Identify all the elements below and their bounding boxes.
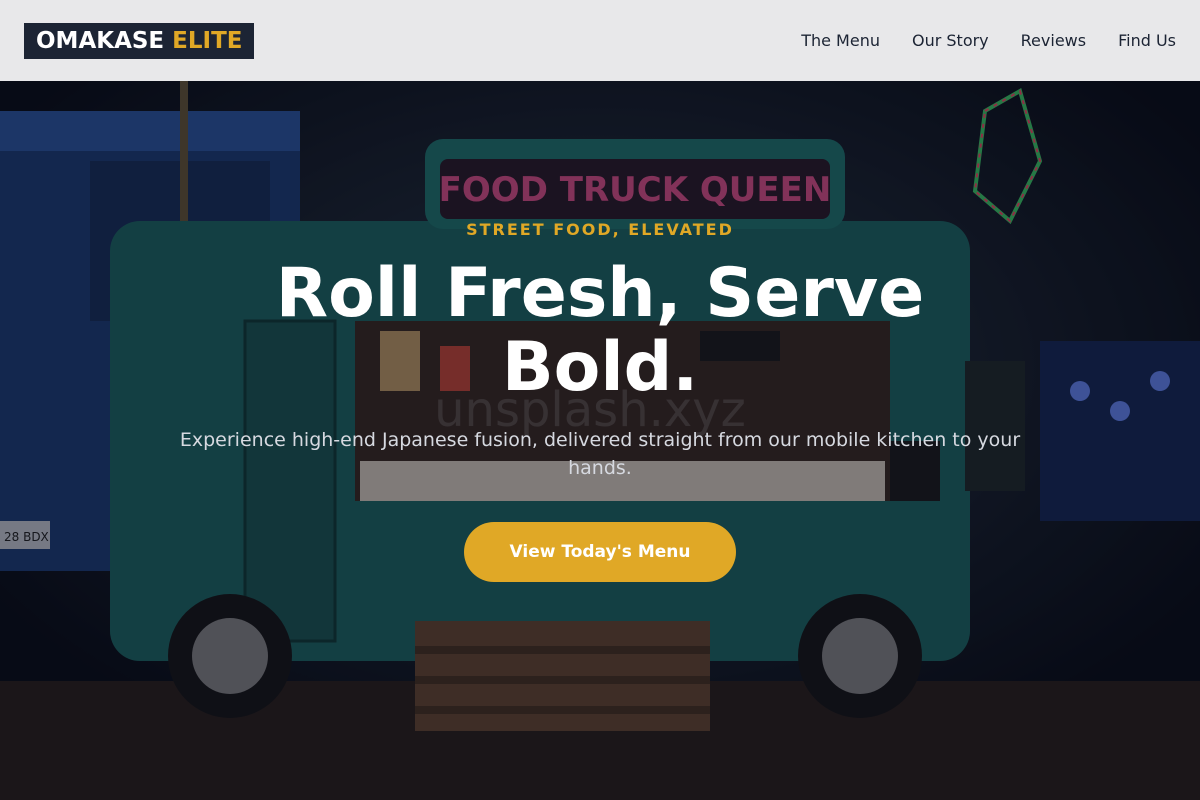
hero-subtext: Experience high-end Japanese fusion, del… — [179, 429, 1021, 479]
hero-content: STREET FOOD, ELEVATED Roll Fresh, Serve … — [0, 81, 1200, 800]
site-header: OMAKASE ELITE The Menu Our Story Reviews… — [0, 0, 1200, 81]
nav-link-reviews[interactable]: Reviews — [1021, 31, 1086, 50]
brand-name-primary: OMAKASE — [36, 27, 165, 54]
hero-eyebrow: STREET FOOD, ELEVATED — [466, 220, 734, 239]
nav-link-menu[interactable]: The Menu — [801, 31, 880, 50]
nav-link-our-story[interactable]: Our Story — [912, 31, 989, 50]
view-menu-button[interactable]: View Today's Menu — [464, 522, 736, 582]
hero-section: 28 BDX FOOD TRUCK QUEEN unsplash.xyz STR… — [0, 81, 1200, 800]
main-nav: The Menu Our Story Reviews Find Us — [801, 31, 1176, 50]
nav-link-find-us[interactable]: Find Us — [1118, 31, 1176, 50]
brand-logo[interactable]: OMAKASE ELITE — [24, 22, 255, 59]
hero-headline: Roll Fresh, Serve Bold. — [275, 254, 925, 407]
brand-name-accent: ELITE — [172, 27, 243, 54]
